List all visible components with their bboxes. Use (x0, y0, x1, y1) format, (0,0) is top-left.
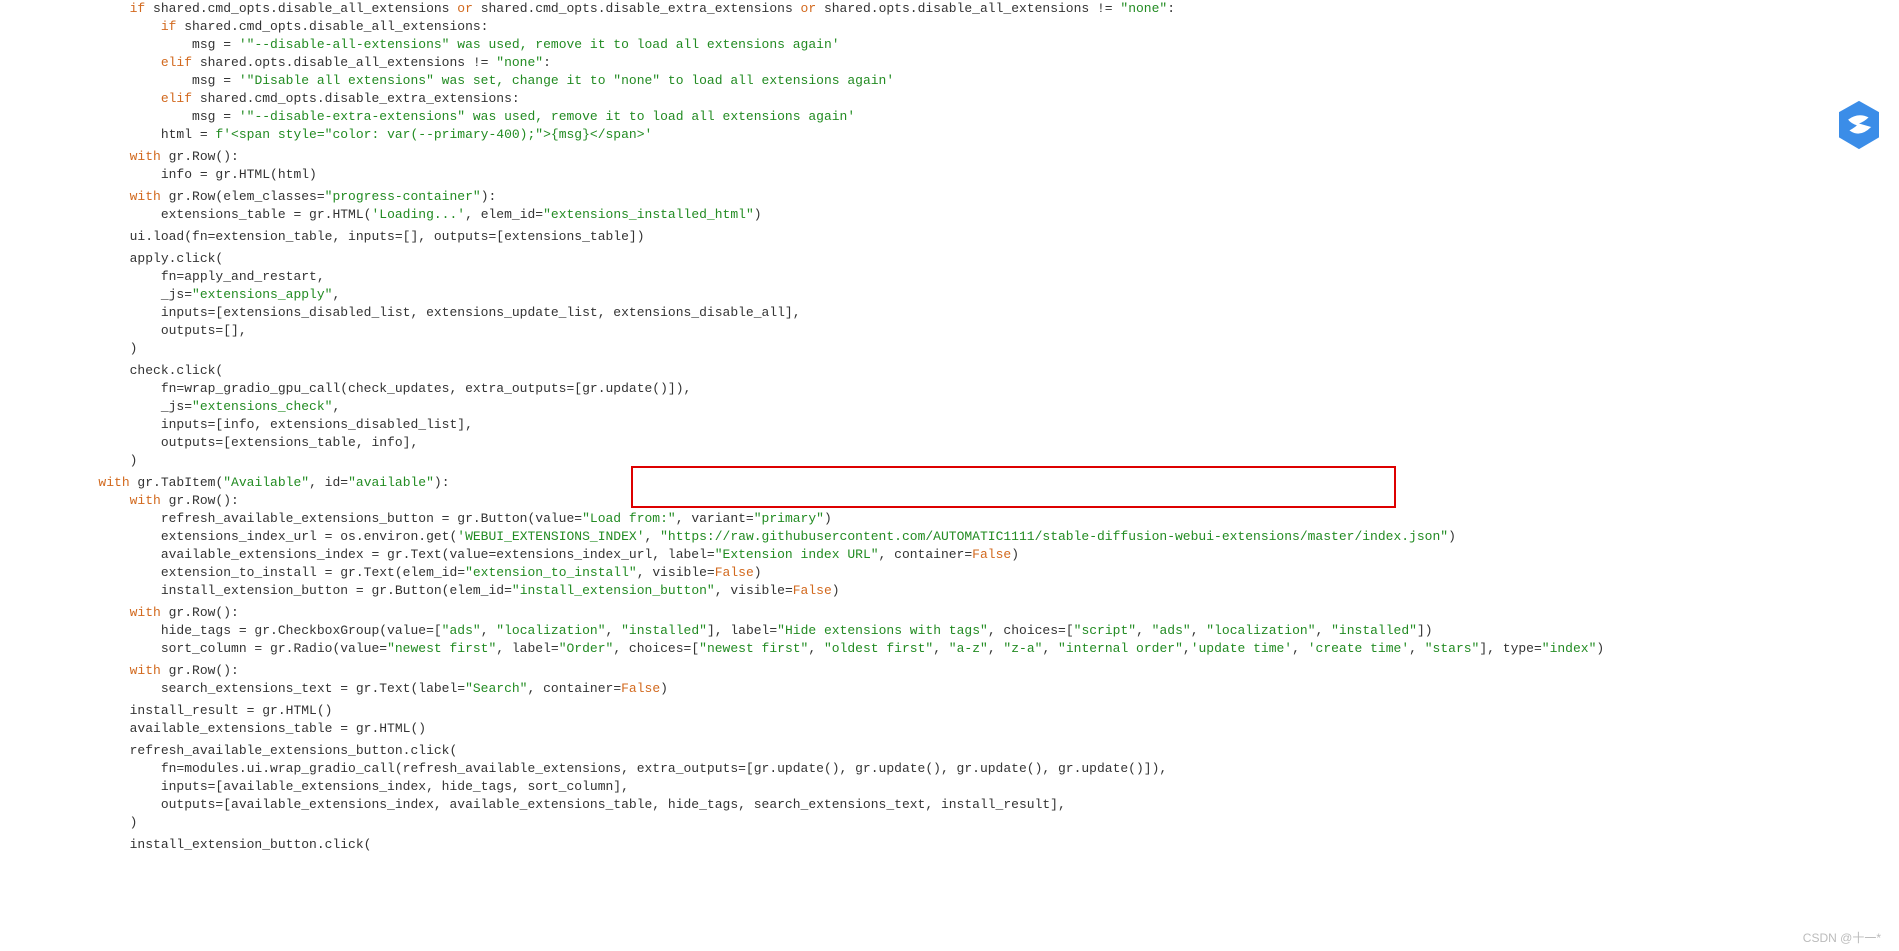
code-line: html = f'<span style="color: var(--prima… (36, 126, 1899, 144)
code-line: check.click( (36, 362, 1899, 380)
code-line: _js="extensions_apply", (36, 286, 1899, 304)
watermark: CSDN @十一* (1803, 931, 1881, 945)
code-line: outputs=[], (36, 322, 1899, 340)
code-block[interactable]: if shared.cmd_opts.disable_all_extension… (0, 0, 1899, 854)
code-line: extensions_table = gr.HTML('Loading...',… (36, 206, 1899, 224)
code-line: refresh_available_extensions_button.clic… (36, 742, 1899, 760)
code-line: msg = '"--disable-all-extensions" was us… (36, 36, 1899, 54)
code-line: fn=modules.ui.wrap_gradio_call(refresh_a… (36, 760, 1899, 778)
code-line: elif shared.opts.disable_all_extensions … (36, 54, 1899, 72)
code-line: sort_column = gr.Radio(value="newest fir… (36, 640, 1899, 658)
code-line: if shared.cmd_opts.disable_all_extension… (36, 0, 1899, 18)
code-line: outputs=[extensions_table, info], (36, 434, 1899, 452)
code-line: install_extension_button.click( (36, 836, 1899, 854)
code-line: refresh_available_extensions_button = gr… (36, 510, 1899, 528)
code-line: inputs=[extensions_disabled_list, extens… (36, 304, 1899, 322)
code-line: fn=apply_and_restart, (36, 268, 1899, 286)
code-line: inputs=[available_extensions_index, hide… (36, 778, 1899, 796)
code-line: info = gr.HTML(html) (36, 166, 1899, 184)
code-line: install_result = gr.HTML() (36, 702, 1899, 720)
code-line: with gr.Row(): (36, 148, 1899, 166)
code-line: apply.click( (36, 250, 1899, 268)
code-line: with gr.TabItem("Available", id="availab… (36, 474, 1899, 492)
code-line: with gr.Row(): (36, 662, 1899, 680)
code-line: ui.load(fn=extension_table, inputs=[], o… (36, 228, 1899, 246)
code-line: hide_tags = gr.CheckboxGroup(value=["ads… (36, 622, 1899, 640)
code-line: if shared.cmd_opts.disable_all_extension… (36, 18, 1899, 36)
code-line: outputs=[available_extensions_index, ava… (36, 796, 1899, 814)
code-line: ) (36, 452, 1899, 470)
code-line: elif shared.cmd_opts.disable_extra_exten… (36, 90, 1899, 108)
code-line: with gr.Row(elem_classes="progress-conta… (36, 188, 1899, 206)
code-line: extensions_index_url = os.environ.get('W… (36, 528, 1899, 546)
code-line: ) (36, 814, 1899, 832)
code-line: ) (36, 340, 1899, 358)
code-line: msg = '"--disable-extra-extensions" was … (36, 108, 1899, 126)
code-line: with gr.Row(): (36, 492, 1899, 510)
code-line: search_extensions_text = gr.Text(label="… (36, 680, 1899, 698)
code-line: extension_to_install = gr.Text(elem_id="… (36, 564, 1899, 582)
code-line: msg = '"Disable all extensions" was set,… (36, 72, 1899, 90)
code-line: available_extensions_index = gr.Text(val… (36, 546, 1899, 564)
code-line: fn=wrap_gradio_gpu_call(check_updates, e… (36, 380, 1899, 398)
code-line: with gr.Row(): (36, 604, 1899, 622)
bird-icon[interactable] (1837, 100, 1881, 150)
code-line: _js="extensions_check", (36, 398, 1899, 416)
code-line: install_extension_button = gr.Button(ele… (36, 582, 1899, 600)
code-line: available_extensions_table = gr.HTML() (36, 720, 1899, 738)
code-line: inputs=[info, extensions_disabled_list], (36, 416, 1899, 434)
